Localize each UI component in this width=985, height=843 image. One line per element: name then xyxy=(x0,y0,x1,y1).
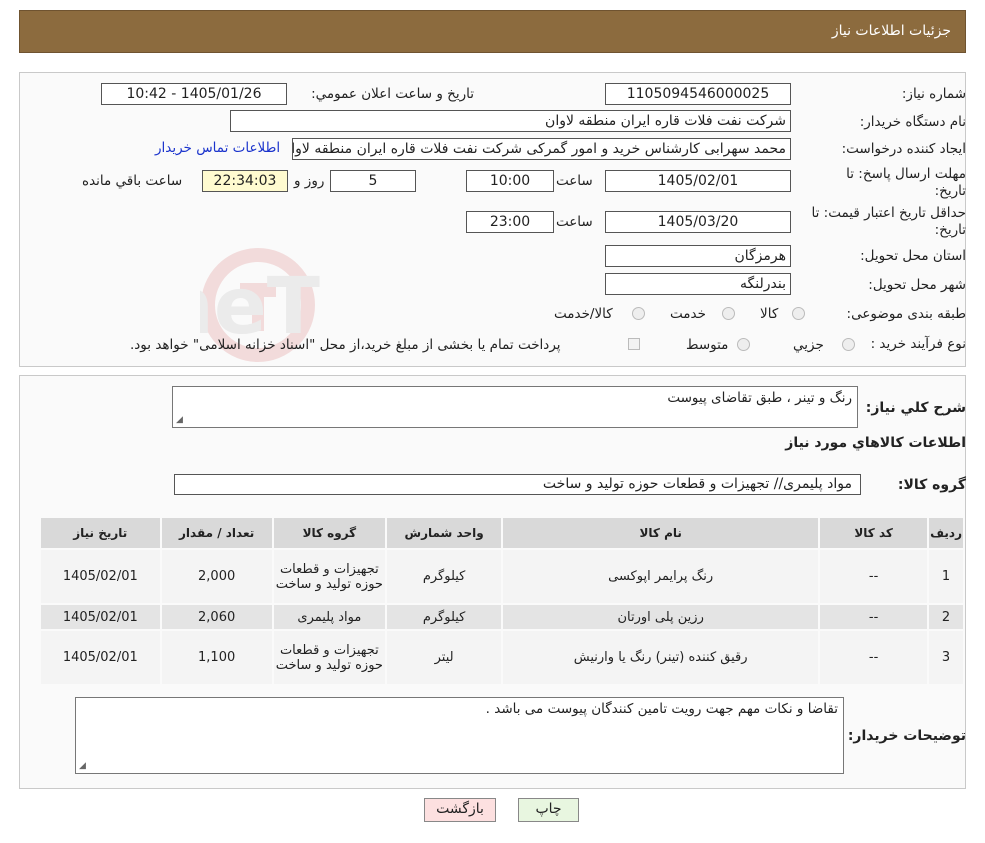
creator-field: محمد سهرابی کارشناس خرید و امور گمرکی شر… xyxy=(292,138,791,160)
remaining-time-field: 22:34:03 xyxy=(202,170,288,192)
col-quantity: تعداد / مقدار xyxy=(161,518,272,548)
category-goods-service-radio[interactable] xyxy=(632,307,645,320)
buyer-notes-label: توضیحات خریدار: xyxy=(847,728,966,744)
buyer-notes-text: تقاضا و نکات مهم جهت رویت تامین کنندگان … xyxy=(485,701,838,717)
col-row: رديف xyxy=(929,518,963,548)
table-header-row: رديف کد کالا نام کالا واحد شمارش گروه کا… xyxy=(41,518,963,548)
treasury-checkbox[interactable] xyxy=(628,338,640,350)
deadline-time-label: ساعت xyxy=(556,173,593,189)
col-group: گروه کالا xyxy=(273,518,385,548)
print-button[interactable]: چاپ xyxy=(518,798,579,822)
category-label: طبقه بندی موضوعی: xyxy=(846,306,966,322)
validity-time-field: 23:00 xyxy=(466,211,554,233)
goods-table: رديف کد کالا نام کالا واحد شمارش گروه کا… xyxy=(39,516,965,686)
city-label: شهر محل تحویل: xyxy=(868,277,966,293)
cell-unit: کیلوگرم xyxy=(386,550,502,603)
process-medium-radio[interactable] xyxy=(737,338,750,351)
summary-text: رنگ و تینر ، طبق تقاضای پیوست xyxy=(667,390,852,406)
process-minor-label: جزیي xyxy=(793,337,824,353)
col-code: کد کالا xyxy=(820,518,928,548)
cell-date: 1405/02/01 xyxy=(41,631,160,684)
need-number-label: شماره نیاز: xyxy=(901,86,966,102)
col-date: تاريخ نياز xyxy=(41,518,160,548)
deadline-date-field: 1405/02/01 xyxy=(605,170,791,192)
cell-group: مواد پلیمری xyxy=(273,605,385,629)
province-label: استان محل تحویل: xyxy=(860,248,966,264)
days-field: 5 xyxy=(330,170,416,192)
category-service-radio[interactable] xyxy=(722,307,735,320)
city-field: بندرلنگه xyxy=(605,273,791,295)
cell-code: -- xyxy=(820,605,928,629)
need-number-field: 1105094546000025 xyxy=(605,83,791,105)
buyer-org-label: نام دستگاه خريدار: xyxy=(859,114,966,130)
cell-quantity: 2,000 xyxy=(161,550,272,603)
cell-date: 1405/02/01 xyxy=(41,605,160,629)
province-field: هرمزگان xyxy=(605,245,791,267)
cell-unit: لیتر xyxy=(386,631,502,684)
resize-grip-icon[interactable]: ◢ xyxy=(176,415,183,425)
category-goods-service-label: کالا/خدمت xyxy=(554,306,613,322)
cell-code: -- xyxy=(820,550,928,603)
validity-label: حداقل تاریخ اعتبار قیمت: تا تاریخ: xyxy=(811,205,966,238)
announce-label: تاریخ و ساعت اعلان عمومي: xyxy=(311,86,474,102)
col-name: نام کالا xyxy=(503,518,819,548)
cell-unit: کیلوگرم xyxy=(386,605,502,629)
cell-row: 3 xyxy=(929,631,963,684)
table-row: 3 -- رقیق کننده (تینر) رنگ یا وارنیش لیت… xyxy=(41,631,963,684)
cell-quantity: 1,100 xyxy=(161,631,272,684)
creator-label: ایجاد کننده درخواست: xyxy=(841,141,966,157)
resize-grip-icon[interactable]: ◢ xyxy=(79,761,86,771)
back-button[interactable]: بازگشت xyxy=(424,798,496,822)
cell-name: رنگ پرایمر اپوکسی xyxy=(503,550,819,603)
cell-quantity: 2,060 xyxy=(161,605,272,629)
cell-code: -- xyxy=(820,631,928,684)
goods-group-field: مواد پلیمری// تجهیزات و قطعات حوزه تولید… xyxy=(174,474,861,495)
col-unit: واحد شمارش xyxy=(386,518,502,548)
table-row: 2 -- رزین پلی اورتان کیلوگرم مواد پلیمری… xyxy=(41,605,963,629)
deadline-label: مهلت ارسال پاسخ: تا تاریخ: xyxy=(846,166,966,199)
cell-name: رزین پلی اورتان xyxy=(503,605,819,629)
buyer-org-field: شرکت نفت فلات قاره ایران منطقه لاوان xyxy=(230,110,791,132)
cell-date: 1405/02/01 xyxy=(41,550,160,603)
summary-textarea[interactable]: رنگ و تینر ، طبق تقاضای پیوست ◢ xyxy=(172,386,858,428)
announce-field: 1405/01/26 - 10:42 xyxy=(101,83,287,105)
page-header: جزئیات اطلاعات نیاز xyxy=(19,10,966,53)
validity-time-label: ساعت xyxy=(556,214,593,230)
buyer-contact-link[interactable]: اطلاعات تماس خریدار xyxy=(155,140,280,156)
page-title: جزئیات اطلاعات نیاز xyxy=(831,23,951,39)
process-label: نوع فرآیند خرید : xyxy=(870,336,966,352)
cell-row: 1 xyxy=(929,550,963,603)
days-label: روز و xyxy=(294,173,325,189)
category-service-label: خدمت xyxy=(670,306,706,322)
table-row: 1 -- رنگ پرایمر اپوکسی کیلوگرم تجهیزات و… xyxy=(41,550,963,603)
cell-name: رقیق کننده (تینر) رنگ یا وارنیش xyxy=(503,631,819,684)
cell-group: تجهیزات و قطعات حوزه تولید و ساخت xyxy=(273,550,385,603)
category-goods-label: کالا xyxy=(760,306,779,322)
process-minor-radio[interactable] xyxy=(842,338,855,351)
cell-row: 2 xyxy=(929,605,963,629)
buyer-notes-textarea[interactable]: تقاضا و نکات مهم جهت رویت تامین کنندگان … xyxy=(75,697,844,774)
remaining-label: ساعت باقي مانده xyxy=(82,173,183,189)
category-goods-radio[interactable] xyxy=(792,307,805,320)
deadline-time-field: 10:00 xyxy=(466,170,554,192)
goods-section-title: اطلاعات کالاهاي مورد نياز xyxy=(785,435,966,451)
validity-date-field: 1405/03/20 xyxy=(605,211,791,233)
payment-note: پرداخت تمام یا بخشی از مبلغ خرید،از محل … xyxy=(130,337,561,353)
summary-label: شرح کلي نياز: xyxy=(865,400,966,416)
goods-group-label: گروه کالا: xyxy=(897,477,966,493)
process-medium-label: متوسط xyxy=(686,337,729,353)
cell-group: تجهیزات و قطعات حوزه تولید و ساخت xyxy=(273,631,385,684)
